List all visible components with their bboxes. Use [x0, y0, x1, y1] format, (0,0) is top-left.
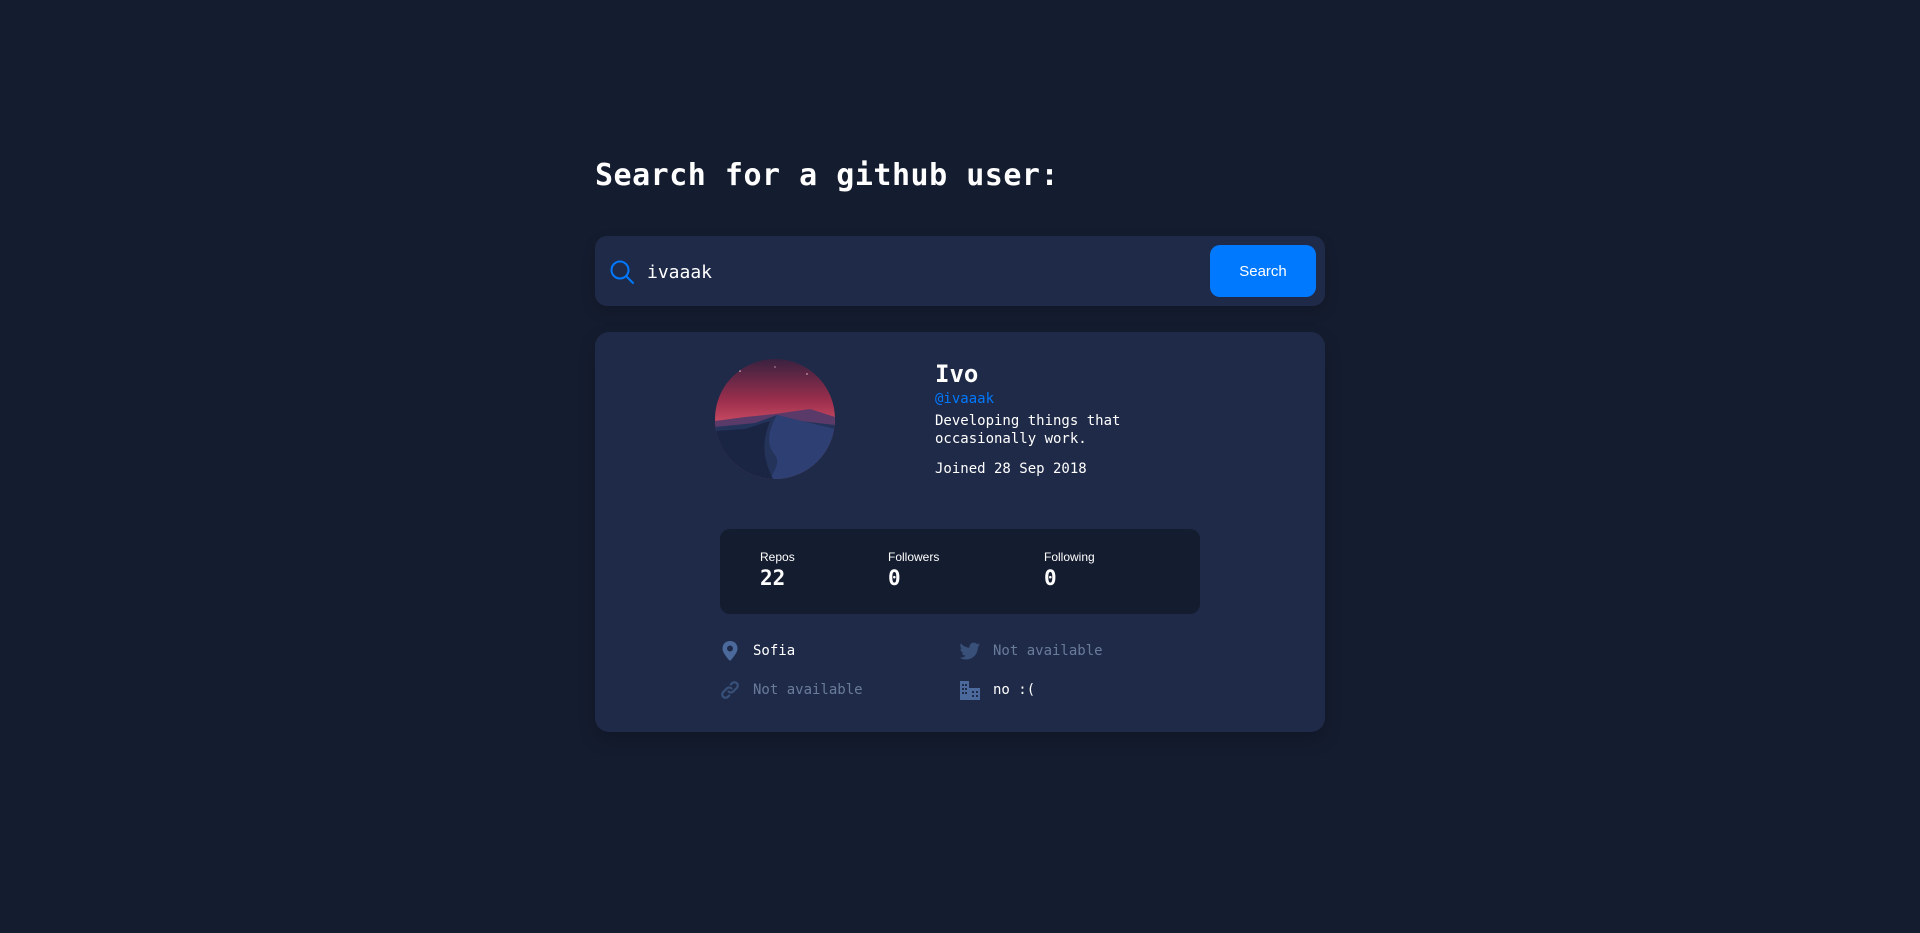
stat-repos: Repos 22: [760, 550, 795, 590]
info-twitter: Not available: [959, 640, 1103, 662]
profile-login-link[interactable]: @ivaaak: [935, 391, 994, 407]
twitter-text: Not available: [993, 643, 1103, 659]
search-bar: Search: [595, 236, 1325, 306]
twitter-icon: [959, 640, 981, 662]
search-button[interactable]: Search: [1210, 245, 1316, 297]
building-icon: [959, 679, 981, 701]
company-text: no :(: [993, 682, 1036, 698]
link-icon: [719, 679, 741, 701]
joined-date: Joined 28 Sep 2018: [935, 461, 1087, 477]
info-location: Sofia: [719, 640, 795, 662]
avatar: [715, 359, 835, 479]
search-input[interactable]: [645, 254, 1249, 290]
blog-text: Not available: [753, 682, 863, 698]
profile-bio: Developing things that occasionally work…: [935, 413, 1121, 447]
stat-followers-value: 0: [888, 566, 901, 590]
location-text: Sofia: [753, 643, 796, 659]
info-blog: Not available: [719, 679, 863, 701]
stat-followers: Followers 0: [888, 550, 939, 590]
profile-card: Ivo @ivaaak Developing things that occas…: [595, 332, 1325, 732]
stats-panel: Repos 22 Followers 0 Following 0: [720, 529, 1200, 614]
location-pin-icon: [719, 640, 741, 662]
profile-name: Ivo: [935, 360, 979, 388]
stat-following-label: Following: [1044, 550, 1095, 564]
stat-followers-label: Followers: [888, 550, 940, 564]
stat-repos-value: 22: [760, 566, 786, 590]
stat-following-value: 0: [1044, 566, 1057, 590]
stat-repos-label: Repos: [760, 550, 795, 564]
stat-following: Following 0: [1044, 550, 1095, 590]
search-icon: [609, 259, 635, 285]
info-company: no :(: [959, 679, 1035, 701]
page-title: Search for a github user:: [595, 158, 1060, 193]
